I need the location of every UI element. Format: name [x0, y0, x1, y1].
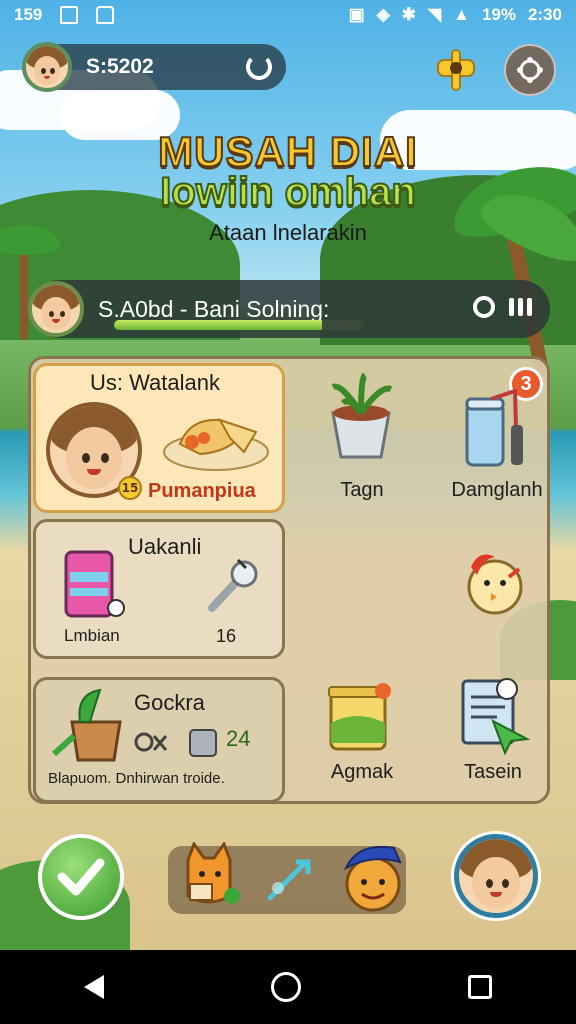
avatar-face: [33, 56, 61, 86]
food-label: Pumanpiua: [148, 480, 256, 502]
tools-row-icon: [134, 729, 217, 757]
honey-jar-item[interactable]: [321, 677, 401, 753]
avatar-face: [40, 296, 72, 331]
garden-footer: Blapuom. Dnhirwan troide.: [48, 770, 225, 787]
food-plate-icon: [163, 418, 269, 471]
avatar-face: [65, 427, 123, 489]
stats-icon[interactable]: [509, 298, 532, 316]
wifi-icon: ◥: [428, 5, 442, 24]
item-label: Tasein: [464, 761, 522, 783]
quest-text: S.A0bd - Bani Solning:: [98, 295, 330, 322]
avatar-eye: [81, 452, 90, 463]
garden-card-title: Gockra: [134, 690, 205, 715]
herb-pot-item[interactable]: [321, 372, 401, 463]
profile-button[interactable]: [454, 834, 538, 918]
avatar-eye: [41, 68, 47, 75]
tools-left-label: Lmbian: [64, 626, 120, 645]
chick-icon: [467, 554, 523, 615]
honey-jar-icon: [328, 683, 391, 751]
back-icon[interactable]: [83, 975, 104, 999]
avatar-mouth: [87, 468, 101, 476]
signal-icon: ▲: [453, 5, 470, 24]
garden-count: 24: [226, 726, 251, 751]
item-label: Tagn: [340, 479, 384, 501]
fox-helper-icon[interactable]: [174, 842, 244, 912]
avatar-eye: [50, 68, 56, 75]
water-cup-item[interactable]: [461, 388, 531, 471]
gift-icon[interactable]: [432, 46, 480, 94]
chick-item[interactable]: [457, 547, 527, 617]
battery-text: 19%: [481, 5, 516, 24]
settings-button[interactable]: [504, 44, 556, 96]
clock: 2:30: [527, 5, 562, 24]
item-label: Agmak: [330, 761, 394, 783]
recents-icon[interactable]: [468, 975, 493, 999]
avatar-mouth: [52, 319, 60, 323]
avatar-mouth: [43, 76, 51, 79]
currency-pill[interactable]: S:5202: [22, 42, 286, 92]
book-arrow-item[interactable]: [457, 675, 533, 756]
data-icon: ◈: [376, 5, 390, 24]
book-arrow-icon: [461, 678, 531, 756]
avatar-eye: [59, 310, 65, 317]
tools-card[interactable]: Uakanli Lmbian 16: [33, 519, 285, 659]
herb-pot-icon: [331, 372, 393, 459]
plant-basket-icon: [51, 688, 122, 762]
avatar-eye: [485, 878, 493, 888]
level-badge: 15: [118, 476, 142, 500]
avatar-face: [472, 856, 520, 909]
inventory-panel: 3 Us: Watalank 15 Pumanpiua Tagn Damglan…: [28, 356, 550, 804]
sparkle-arrow-icon[interactable]: [264, 858, 314, 904]
lock-icon: [96, 6, 115, 24]
item-label: Damglanh: [451, 479, 543, 501]
quest-progress-bar: [114, 320, 364, 330]
game-tagline: Ataan lnelarakin: [209, 220, 367, 245]
game-title: MUSAH DIAI: [157, 127, 418, 176]
water-cup-icon: [465, 388, 523, 467]
quest-bar[interactable]: S.A0bd - Bani Solning:: [28, 280, 550, 338]
system-nav-bar: [0, 950, 576, 1024]
wrench-icon: [208, 558, 258, 612]
avatar[interactable]: [22, 42, 72, 92]
checkmark-icon: [57, 858, 105, 896]
status-bar: 159 ▣ ◈ ✱ ◥ ▲ 19% 2:30: [0, 0, 576, 30]
quest-progress-fill: [114, 320, 322, 330]
refresh-icon[interactable]: [246, 54, 272, 80]
avatar-eye: [501, 878, 509, 888]
gallery-icon: [60, 6, 79, 24]
vibrate-icon: ▣: [348, 5, 365, 24]
heart-icon[interactable]: [473, 296, 495, 318]
bird-helper-icon[interactable]: [338, 840, 408, 916]
confirm-button[interactable]: [38, 834, 124, 920]
tools-right-label: 16: [216, 626, 237, 646]
helper-tray: [168, 842, 406, 914]
game-subtitle: Iowiin omhan: [159, 169, 417, 215]
home-icon[interactable]: [270, 972, 301, 1002]
avatar-eye: [100, 452, 109, 463]
bluetooth-icon: ✱: [401, 5, 417, 24]
featured-header: Us: Watalank: [90, 370, 221, 395]
garden-card[interactable]: Gockra 24 Blapuom. Dnhirwan troide.: [33, 677, 285, 803]
tools-card-title: Uakanli: [128, 534, 202, 559]
quest-avatar: [28, 281, 84, 337]
avatar-mouth: [490, 891, 502, 898]
featured-card[interactable]: Us: Watalank 15 Pumanpiua: [33, 363, 285, 513]
juice-box-icon: [64, 550, 125, 618]
currency-value: S:5202: [86, 55, 154, 78]
status-left-text: 159: [14, 5, 43, 24]
palm-tree: [20, 250, 28, 340]
avatar-eye: [49, 310, 55, 317]
gear-icon: [517, 57, 543, 83]
